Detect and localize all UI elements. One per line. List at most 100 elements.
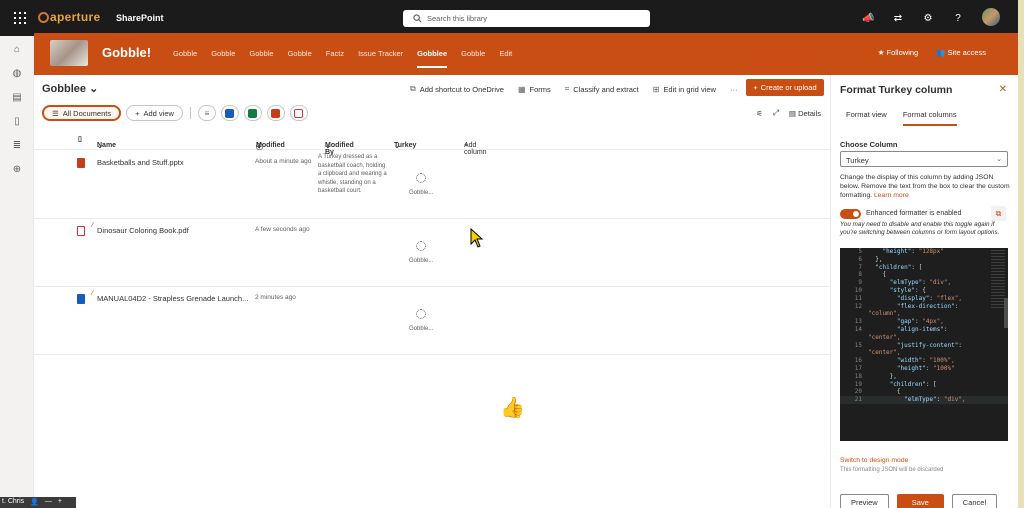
choose-column-dropdown[interactable]: Turkey ⌄ <box>840 151 1008 167</box>
sliders-icon[interactable]: ⚟ <box>756 109 763 118</box>
code-line[interactable]: "height": "100%" <box>868 365 988 373</box>
learn-more-link[interactable]: Learn more <box>874 192 909 199</box>
chevron-down-icon: ⌄ <box>89 83 99 95</box>
cancel-button[interactable]: Cancel <box>951 494 998 508</box>
tab-format-columns[interactable]: Format columns <box>902 110 957 126</box>
avatar[interactable] <box>982 8 1000 26</box>
product-name[interactable]: SharePoint <box>116 13 164 23</box>
site-nav-item[interactable]: Gobble <box>249 49 273 68</box>
details-button[interactable]: ▤ Details <box>789 109 821 118</box>
all-documents-view[interactable]: ☰ All Documents <box>42 105 122 121</box>
code-line[interactable]: "children": [ <box>868 381 988 389</box>
powerpoint-filter-icon[interactable] <box>266 105 285 121</box>
site-nav-item[interactable]: Gobble <box>173 49 197 68</box>
search-box[interactable]: Search this library <box>403 10 650 27</box>
more-button[interactable]: ··· <box>730 85 738 94</box>
code-line[interactable]: "elmType": "div", <box>868 279 988 287</box>
format-column-panel: Format Turkey column ✕ Format view Forma… <box>830 75 1018 508</box>
site-nav-item[interactable]: Gobble <box>211 49 235 68</box>
site-nav-item[interactable]: Gobble <box>461 49 485 68</box>
line-number <box>840 349 862 357</box>
forms-button[interactable]: ▦ Forms <box>518 85 551 94</box>
file-type-header-icon[interactable]: ▯ <box>78 135 82 143</box>
code-line[interactable]: "column", <box>868 310 988 318</box>
line-number: 8 <box>858 271 862 279</box>
add-circle-icon[interactable]: ⊕ <box>11 164 23 176</box>
code-line[interactable]: "width": "100%", <box>868 357 988 365</box>
code-line[interactable]: { <box>868 271 988 279</box>
megaphone-icon[interactable]: 📣 <box>862 13 874 25</box>
file-icon[interactable]: ▯ <box>11 116 23 128</box>
table-row[interactable]: ⁄ MANUAL04D2 - Strapless Grenade Launch.… <box>34 287 830 355</box>
expand-icon[interactable]: ⤢ <box>773 108 779 118</box>
code-line[interactable]: "style": { <box>868 287 988 295</box>
json-code-editor[interactable]: 5 6 7 8 9 10 11 12 13 14 15 16 17 18 19 20 21 "height… <box>840 248 1008 441</box>
filter-button[interactable]: ≡ <box>197 105 216 121</box>
site-nav-item[interactable]: Factz <box>326 49 344 68</box>
code-line[interactable]: "display": "flex", <box>868 295 988 303</box>
code-line[interactable]: "justify-content": <box>868 342 988 350</box>
line-number: 18 <box>854 372 862 380</box>
code-line[interactable]: { <box>868 388 988 396</box>
gear-icon[interactable]: ⚙ <box>922 13 934 25</box>
help-icon[interactable]: ? <box>952 13 964 25</box>
minimap <box>991 250 1005 310</box>
code-line[interactable]: "center", <box>868 334 988 342</box>
panel-tabs: Format view Format columns <box>846 110 957 126</box>
code-line[interactable]: "flex-direction": <box>868 303 988 311</box>
site-nav-item-active[interactable]: Gobblee <box>417 49 448 68</box>
code-line[interactable]: }, <box>868 256 988 264</box>
save-button[interactable]: Save <box>896 494 944 508</box>
globe-icon[interactable]: ◍ <box>11 68 23 80</box>
all-documents-label: All Documents <box>62 108 112 118</box>
news-icon[interactable]: ▤ <box>11 92 23 104</box>
site-nav-edit[interactable]: Edit <box>499 49 512 68</box>
grid-view-button[interactable]: ⊞ Edit in grid view <box>653 85 716 94</box>
word-filter-icon[interactable] <box>220 105 239 121</box>
create-upload-button[interactable]: + Create or upload <box>746 79 824 96</box>
table-row[interactable]: Basketballs and Stuff.pptx About a minut… <box>34 151 830 219</box>
scrollbar-thumb[interactable] <box>1004 298 1008 328</box>
switch-design-mode-link[interactable]: Switch to design mode <box>840 457 908 464</box>
enhanced-formatter-toggle[interactable] <box>840 209 861 219</box>
code-text[interactable]: "height": "128px" }, "children": [ { "el… <box>868 248 988 404</box>
plus-icon[interactable]: + <box>58 498 62 508</box>
modified-value: About a minute ago <box>255 158 312 165</box>
library-title[interactable]: Gobblee ⌄ <box>42 82 98 95</box>
code-line[interactable]: "elmType": "div", <box>868 396 988 404</box>
add-shortcut-button[interactable]: ⧉ Add shortcut to OneDrive <box>410 84 504 94</box>
brand-logo[interactable]: aperture <box>38 10 100 24</box>
code-line[interactable]: "gap": "4px", <box>868 318 988 326</box>
following-button[interactable]: ★ Following <box>878 48 919 57</box>
code-line[interactable]: "center", <box>868 349 988 357</box>
minus-icon[interactable]: — <box>45 498 52 508</box>
close-icon[interactable]: ✕ <box>999 84 1007 95</box>
table-row[interactable]: ⁄ Dinosaur Coloring Book.pdf A few secon… <box>34 219 830 287</box>
popout-icon[interactable]: ⧉ <box>991 206 1006 221</box>
code-line[interactable]: }, <box>868 373 988 381</box>
code-line[interactable]: "align-items": <box>868 326 988 334</box>
share-icon[interactable]: ⇄ <box>892 13 904 25</box>
home-icon[interactable]: ⌂ <box>11 44 23 56</box>
pdf-filter-icon[interactable] <box>289 105 308 121</box>
code-line[interactable]: "children": [ <box>868 264 988 272</box>
file-name-link[interactable]: Dinosaur Coloring Book.pdf <box>97 226 189 235</box>
add-view-button[interactable]: + Add view <box>126 105 183 121</box>
line-number: 7 <box>858 263 862 271</box>
site-title[interactable]: Gobble! <box>102 45 151 60</box>
taskbar-chip[interactable]: t. Chris 👤 — + <box>0 497 76 508</box>
preview-button[interactable]: Preview <box>840 494 889 508</box>
excel-filter-icon[interactable] <box>243 105 262 121</box>
site-nav-item[interactable]: Gobble <box>288 49 312 68</box>
site-access-button[interactable]: 👥 Site access <box>936 48 986 57</box>
code-line[interactable]: "height": "128px" <box>868 248 988 256</box>
site-nav-item[interactable]: Issue Tracker <box>358 49 403 68</box>
file-name-link[interactable]: Basketballs and Stuff.pptx <box>97 158 184 167</box>
list-icon[interactable]: ≣ <box>11 140 23 152</box>
column-header-row: ▯ Name ⌄ Modified ⓘ ⌄ Modified By ⌄ Turk… <box>34 128 830 156</box>
site-logo-image[interactable] <box>50 40 88 66</box>
tab-format-view[interactable]: Format view <box>846 110 887 126</box>
file-name-link[interactable]: MANUAL04D2 - Strapless Grenade Launch... <box>97 294 248 303</box>
classify-button[interactable]: ⌗ Classify and extract <box>565 84 639 94</box>
app-launcher-icon[interactable] <box>14 12 26 24</box>
